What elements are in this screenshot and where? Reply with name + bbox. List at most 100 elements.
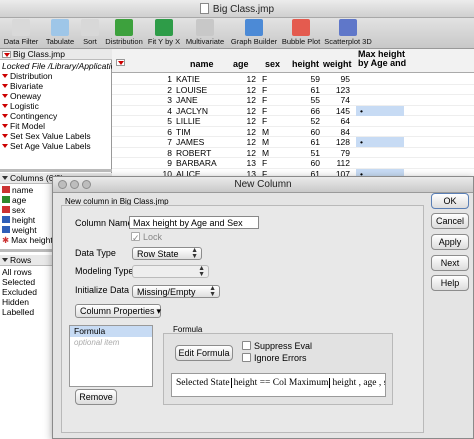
cell-weight: 145 xyxy=(335,105,350,116)
formula-head: Selected State xyxy=(176,378,230,388)
cell-sex: M xyxy=(262,126,270,137)
cell-height: 60 xyxy=(310,126,320,137)
edit-formula-button[interactable]: Edit Formula xyxy=(175,345,233,361)
table-row[interactable]: 6 TIM 12 M 60 84 xyxy=(112,126,474,137)
cell-sex: M xyxy=(262,137,270,147)
column-name-input[interactable]: Max height by Age and Sex xyxy=(129,216,259,229)
toolbar-data-filter-button[interactable]: Data Filter xyxy=(2,19,40,46)
red-triangle-menu-icon[interactable] xyxy=(116,59,125,66)
formula-args: height , age , sex xyxy=(332,378,385,388)
table-row[interactable]: 2 LOUISE 12 F 61 123 xyxy=(112,84,474,95)
table-script-age-labels[interactable]: Set Age Value Labels xyxy=(0,141,112,151)
continuous-column-icon xyxy=(2,226,10,233)
help-button[interactable]: Help xyxy=(431,275,469,291)
table-row[interactable]: 7 JAMES 12 M 61 128 • xyxy=(112,137,474,148)
chevron-updown-icon: ▲ ▼ xyxy=(191,247,198,260)
chevron-updown-icon: ▲ ▼ xyxy=(198,265,205,278)
cell-age: 12 xyxy=(246,84,256,95)
header-weight[interactable]: weight xyxy=(323,59,352,69)
lock-checkbox[interactable]: ✓ Lock xyxy=(131,232,162,243)
cell-n: 5 xyxy=(167,116,172,126)
cell-sex: F xyxy=(262,116,268,126)
cell-sex: M xyxy=(262,147,270,158)
table-script-contingency[interactable]: Contingency xyxy=(0,111,112,121)
distribution-icon xyxy=(115,19,133,36)
table-row[interactable]: 9 BARBARA 13 F 60 112 xyxy=(112,158,474,169)
ignore-errors-checkbox[interactable]: Ignore Errors xyxy=(242,353,307,363)
red-triangle-menu-icon[interactable] xyxy=(2,51,11,58)
chevron-updown-icon: ▲ ▼ xyxy=(209,285,216,298)
cell-sex: F xyxy=(262,105,268,116)
panel-splitter[interactable] xyxy=(0,169,112,172)
disclosure-icon[interactable] xyxy=(2,258,8,262)
cell-height: 59 xyxy=(310,74,320,84)
cell-weight: 84 xyxy=(340,126,350,137)
nominal-column-icon xyxy=(2,206,10,213)
apply-button[interactable]: Apply xyxy=(431,234,469,250)
modeling-type-select[interactable]: ▲ ▼ xyxy=(132,265,209,278)
property-placeholder: optional item xyxy=(74,338,120,347)
table-row[interactable]: 4 JACLYN 12 F 66 145 • xyxy=(112,105,474,116)
chevron-down-icon: ▾ xyxy=(156,306,162,316)
row-state-column-icon: ✱ xyxy=(2,235,10,245)
toolbar-graph-builder-button[interactable]: Graph Builder xyxy=(229,19,279,46)
suppress-eval-checkbox[interactable]: Suppress Eval xyxy=(242,341,312,351)
toolbar-sort-button[interactable]: Sort xyxy=(79,19,101,46)
formula-function: Col Maximum xyxy=(272,378,329,388)
toolbar-fit-y-by-x-button[interactable]: Fit Y by X xyxy=(147,19,181,46)
table-script-fit-model[interactable]: Fit Model xyxy=(0,121,112,131)
toolbar: Data Filter Tabulate Sort Distribution F… xyxy=(0,18,474,49)
data-grid: name age sex height weight Max height by… xyxy=(112,49,474,179)
table-row[interactable]: 5 LILLIE 12 F 52 64 xyxy=(112,116,474,127)
table-row[interactable]: 3 JANE 12 F 55 74 xyxy=(112,95,474,106)
header-max-height[interactable]: Max height by Age and xyxy=(358,50,410,68)
initialize-data-select[interactable]: Missing/Empty ▲ ▼ xyxy=(132,285,220,298)
table-panel-header[interactable]: Big Class.jmp xyxy=(0,49,112,60)
property-item-formula[interactable]: Formula xyxy=(70,326,152,337)
cell-name: LILLIE xyxy=(176,116,201,126)
cell-n: 1 xyxy=(167,74,172,84)
table-row[interactable]: 1 KATIE 12 F 59 95 xyxy=(112,74,474,85)
column-properties-menu[interactable]: Column Properties ▾ xyxy=(75,304,161,318)
formula-operator: == xyxy=(259,378,271,388)
sort-icon xyxy=(81,19,99,36)
toolbar-tabulate-button[interactable]: Tabulate xyxy=(43,19,77,46)
cancel-button[interactable]: Cancel xyxy=(431,213,469,229)
table-script-bivariate[interactable]: Bivariate xyxy=(0,81,112,91)
cell-n: 6 xyxy=(167,126,172,137)
ordinal-column-icon xyxy=(2,196,10,203)
remove-button[interactable]: Remove xyxy=(75,389,117,405)
cell-name: BARBARA xyxy=(176,158,217,168)
cell-weight: 128 xyxy=(335,137,350,147)
cell-weight: 123 xyxy=(335,84,350,95)
data-filter-icon xyxy=(12,19,30,36)
cell-name: JAMES xyxy=(176,137,205,147)
toolbar-distribution-button[interactable]: Distribution xyxy=(104,19,144,46)
table-script-logistic[interactable]: Logistic xyxy=(0,101,112,111)
formula-display[interactable]: Selected State height == Col Maximum heigh… xyxy=(171,373,386,397)
header-sex[interactable]: sex xyxy=(265,59,280,69)
toolbar-multivariate-button[interactable]: Multivariate xyxy=(184,19,226,46)
table-script-distribution[interactable]: Distribution xyxy=(0,71,112,81)
next-button[interactable]: Next xyxy=(431,255,469,271)
cell-age: 12 xyxy=(246,147,256,158)
cell-name: KATIE xyxy=(176,74,200,84)
cell-sex: F xyxy=(262,84,268,95)
jmp-main-window: Big Class.jmp Data Filter Tabulate Sort … xyxy=(0,0,474,439)
disclosure-icon[interactable] xyxy=(2,176,8,180)
toolbar-bubble-plot-button[interactable]: Bubble Plot xyxy=(281,19,321,46)
window-title: Big Class.jmp xyxy=(212,4,275,15)
ok-button[interactable]: OK xyxy=(431,193,469,209)
table-row[interactable]: 8 ROBERT 12 M 51 79 xyxy=(112,147,474,158)
table-script-sex-labels[interactable]: Set Sex Value Labels xyxy=(0,131,112,141)
data-type-select[interactable]: Row State ▲ ▼ xyxy=(132,247,202,260)
header-name[interactable]: name xyxy=(190,59,214,69)
cell-max: • xyxy=(360,105,363,116)
header-age[interactable]: age xyxy=(233,59,249,69)
scatterplot-3d-icon xyxy=(339,19,357,36)
toolbar-scatterplot-3d-button[interactable]: Scatterplot 3D xyxy=(323,19,373,46)
checkbox-checked-icon: ✓ xyxy=(131,232,140,243)
cell-age: 12 xyxy=(246,126,256,137)
header-height[interactable]: height xyxy=(292,59,319,69)
table-script-oneway[interactable]: Oneway xyxy=(0,91,112,101)
